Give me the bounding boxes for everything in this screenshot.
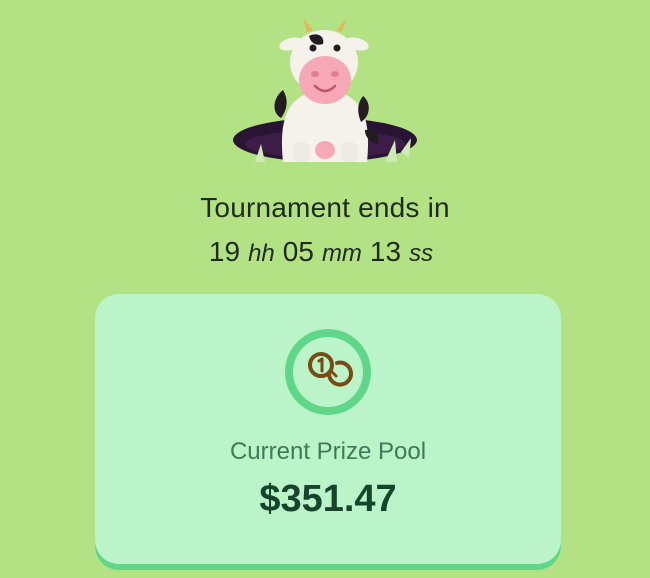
countdown-hours-unit: hh — [248, 240, 275, 267]
coins-icon — [308, 352, 353, 387]
countdown-timer: 19 hh 05 mm 13 ss — [0, 236, 650, 268]
tournament-ends-title: Tournament ends in — [200, 192, 450, 223]
countdown-minutes-unit: mm — [321, 240, 362, 267]
tournament-screen: Tournament ends in 19 hh 05 mm 13 ss Current … — [0, 0, 650, 578]
prize-pool-label: Current Prize Pool — [229, 438, 427, 465]
coin-badge — [285, 329, 371, 415]
cow-in-hole-icon — [233, 18, 417, 162]
countdown-minutes: 05 — [282, 236, 314, 267]
prize-pool-card: Current Prize Pool $351.47 — [95, 294, 561, 564]
countdown-seconds-unit: ss — [409, 240, 434, 267]
countdown-hours: 19 — [208, 236, 241, 267]
prize-pool-amount: $351.47 — [259, 478, 397, 520]
countdown-seconds: 13 — [369, 236, 402, 267]
